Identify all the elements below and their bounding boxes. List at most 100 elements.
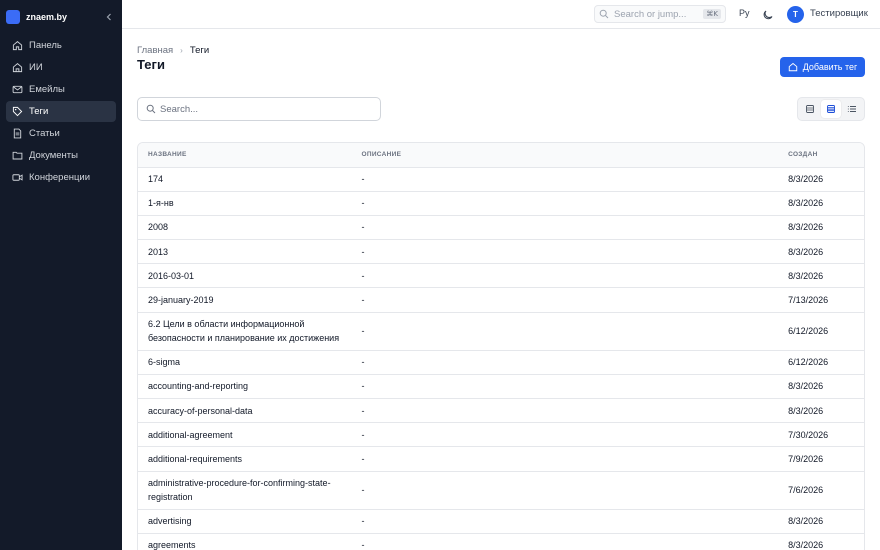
tag-name: 1-я-нв [138,191,362,216]
mail-icon [12,84,23,95]
tag-description: - [361,263,789,289]
column-header-created[interactable]: СОЗДАН [788,143,864,168]
tag-description: - [361,374,789,400]
search-icon [146,104,156,114]
tag-description: - [361,312,789,351]
tag-description: - [361,191,789,216]
breadcrumb-home[interactable]: Главная [137,45,173,56]
tag-name: 2008 [138,215,362,241]
sidebar-item-ai[interactable]: ИИ [6,57,116,78]
table-row[interactable]: advertising -8/3/2026 [138,509,864,534]
tag-name: administrative-procedure-for-confirming-… [138,471,362,510]
sidebar-item-tags[interactable]: Теги [6,101,116,122]
app-logo [6,10,20,24]
tag-description: - [361,471,789,510]
tag-description: - [361,239,789,265]
sidebar-item-articles[interactable]: Статьи [6,123,116,144]
video-icon [12,172,23,183]
language-switcher[interactable]: Ру [739,8,750,18]
tag-description: - [361,287,789,313]
sidebar-item-label: Документы [29,150,78,161]
table-row[interactable]: additional-requirements -7/9/2026 [138,446,864,472]
sidebar-nav: Панель ИИ Емейлы Теги Статьи Документы К… [0,35,122,188]
moon-icon [763,10,773,20]
table-row[interactable]: additional-agreement -7/30/2026 [138,422,864,448]
global-search[interactable]: Search or jump... ⌘K [594,5,726,23]
page-title: Теги [137,57,165,72]
user-menu[interactable]: Тестировщик [810,8,868,19]
breadcrumb: Главная › Теги [137,45,209,56]
home-icon [12,40,23,51]
table-row[interactable]: administrative-procedure-for-confirming-… [138,471,864,510]
sidebar-item-label: Теги [29,106,49,117]
table-row[interactable]: 2013-8/3/2026 [138,239,864,265]
tag-created: 7/30/2026 [788,422,864,448]
tag-created: 8/3/2026 [788,509,864,534]
table-row[interactable]: 6-sigma -6/12/2026 [138,350,864,375]
tag-created: 8/3/2026 [788,191,864,216]
tag-description: - [361,398,789,424]
table-row[interactable]: 29-january-2019-7/13/2026 [138,287,864,313]
column-header-name[interactable]: НАЗВАНИЕ [138,143,362,168]
sidebar-item-conferences[interactable]: Конференции [6,167,116,188]
tag-home-icon [788,62,798,72]
tag-search-input[interactable] [160,103,360,115]
table-row[interactable]: 2016-03-01-8/3/2026 [138,263,864,289]
view-list-button[interactable] [841,100,862,118]
tag-name: 174 [138,167,362,192]
table-row[interactable]: accuracy-of-personal-data -8/3/2026 [138,398,864,424]
avatar[interactable]: Т [787,6,804,23]
tag-name: 6-sigma [138,350,362,375]
table-row[interactable]: 6.2 Цели в области информационной безопа… [138,312,864,351]
search-icon [599,9,609,19]
sidebar: znaem.by Панель ИИ Емейлы Теги Статьи До… [0,0,122,550]
view-table-button[interactable] [820,100,842,118]
list-icon [847,106,856,112]
topbar: Search or jump... ⌘K Ру Т Тестировщик [122,0,880,29]
rows-icon [806,105,815,113]
table-row[interactable]: accounting-and-reporting -8/3/2026 [138,374,864,400]
tag-created: 8/3/2026 [788,215,864,241]
sidebar-item-panel[interactable]: Панель [6,35,116,56]
column-header-description[interactable]: ОПИСАНИЕ [361,143,789,168]
table-row[interactable]: agreements -8/3/2026 [138,533,864,550]
table-row[interactable]: 174-8/3/2026 [138,167,864,192]
tag-name: advertising [138,509,362,534]
tag-name: 6.2 Цели в области информационной безопа… [138,312,362,351]
view-compact-button[interactable] [800,100,821,118]
sidebar-item-documents[interactable]: Документы [6,145,116,166]
tag-description: - [361,422,789,448]
tag-created: 8/3/2026 [788,533,864,550]
sidebar-item-label: ИИ [29,62,43,73]
tag-created: 6/12/2026 [788,312,864,351]
chevron-left-icon [106,13,111,21]
tag-name: accuracy-of-personal-data [138,398,362,424]
sidebar-item-label: Панель [29,40,62,51]
tag-description: - [361,350,789,375]
tag-description: - [361,215,789,241]
table-row[interactable]: 2008-8/3/2026 [138,215,864,241]
tag-created: 8/3/2026 [788,374,864,400]
tag-name: 2013 [138,239,362,265]
tag-search [137,97,381,121]
chevron-right-icon: › [180,46,183,55]
add-tag-button[interactable]: Добавить тег [780,57,865,77]
sidebar-item-label: Статьи [29,128,60,139]
tag-created: 7/6/2026 [788,471,864,510]
table-row[interactable]: 1-я-нв -8/3/2026 [138,191,864,216]
tag-description: - [361,446,789,472]
tag-description: - [361,509,789,534]
tag-name: 29-january-2019 [138,287,362,313]
tag-created: 8/3/2026 [788,263,864,289]
sidebar-item-label: Емейлы [29,84,65,95]
tag-description: - [361,167,789,192]
sidebar-item-emails[interactable]: Емейлы [6,79,116,100]
tag-created: 7/13/2026 [788,287,864,313]
collapse-sidebar-button[interactable] [102,10,116,24]
table-header: НАЗВАНИЕ ОПИСАНИЕ СОЗДАН [138,143,864,168]
table-icon [827,105,835,113]
theme-toggle[interactable] [762,8,774,20]
tag-created: 8/3/2026 [788,167,864,192]
tag-created: 6/12/2026 [788,350,864,375]
document-icon [12,128,23,139]
